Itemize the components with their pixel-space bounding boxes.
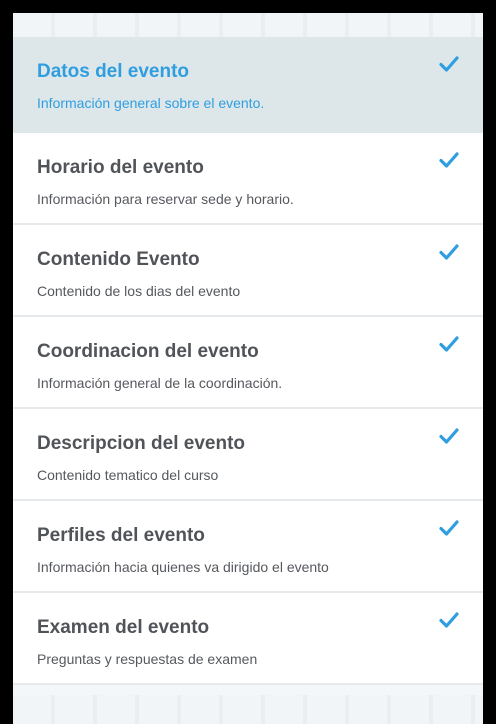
step-title: Datos del evento xyxy=(37,61,190,82)
check-icon xyxy=(439,243,459,261)
check-icon xyxy=(439,55,459,73)
step-title: Examen del evento xyxy=(37,617,210,638)
background-pattern-top xyxy=(13,13,483,37)
stepper-panel: Datos del evento Información general sob… xyxy=(13,13,483,724)
step-examen-del-evento[interactable]: Examen del evento Preguntas y respuestas… xyxy=(13,593,483,685)
step-description: Información general sobre el evento. xyxy=(37,95,265,111)
stepper-list: Datos del evento Información general sob… xyxy=(13,37,483,685)
step-title: Horario del evento xyxy=(37,157,204,178)
step-title: Perfiles del evento xyxy=(37,525,205,546)
step-horario-del-evento[interactable]: Horario del evento Información para rese… xyxy=(13,133,483,225)
step-coordinacion-del-evento[interactable]: Coordinacion del evento Información gene… xyxy=(13,317,483,409)
step-description: Contenido tematico del curso xyxy=(37,467,219,483)
check-icon xyxy=(439,427,459,445)
step-description: Información hacia quienes va dirigido el… xyxy=(37,559,329,575)
step-title: Coordinacion del evento xyxy=(37,341,259,362)
check-icon xyxy=(439,335,459,353)
step-title: Descripcion del evento xyxy=(37,433,246,454)
step-description: Contenido de los dias del evento xyxy=(37,283,241,299)
check-icon xyxy=(439,611,459,629)
step-description: Preguntas y respuestas de examen xyxy=(37,651,258,667)
step-datos-del-evento[interactable]: Datos del evento Información general sob… xyxy=(13,37,483,133)
step-descripcion-del-evento[interactable]: Descripcion del evento Contenido tematic… xyxy=(13,409,483,501)
check-icon xyxy=(439,519,459,537)
step-contenido-evento[interactable]: Contenido Evento Contenido de los dias d… xyxy=(13,225,483,317)
background-pattern-bottom xyxy=(13,695,483,724)
step-title: Contenido Evento xyxy=(37,249,200,270)
check-icon xyxy=(439,151,459,169)
step-perfiles-del-evento[interactable]: Perfiles del evento Información hacia qu… xyxy=(13,501,483,593)
step-description: Información general de la coordinación. xyxy=(37,375,283,391)
step-description: Información para reservar sede y horario… xyxy=(37,191,294,207)
